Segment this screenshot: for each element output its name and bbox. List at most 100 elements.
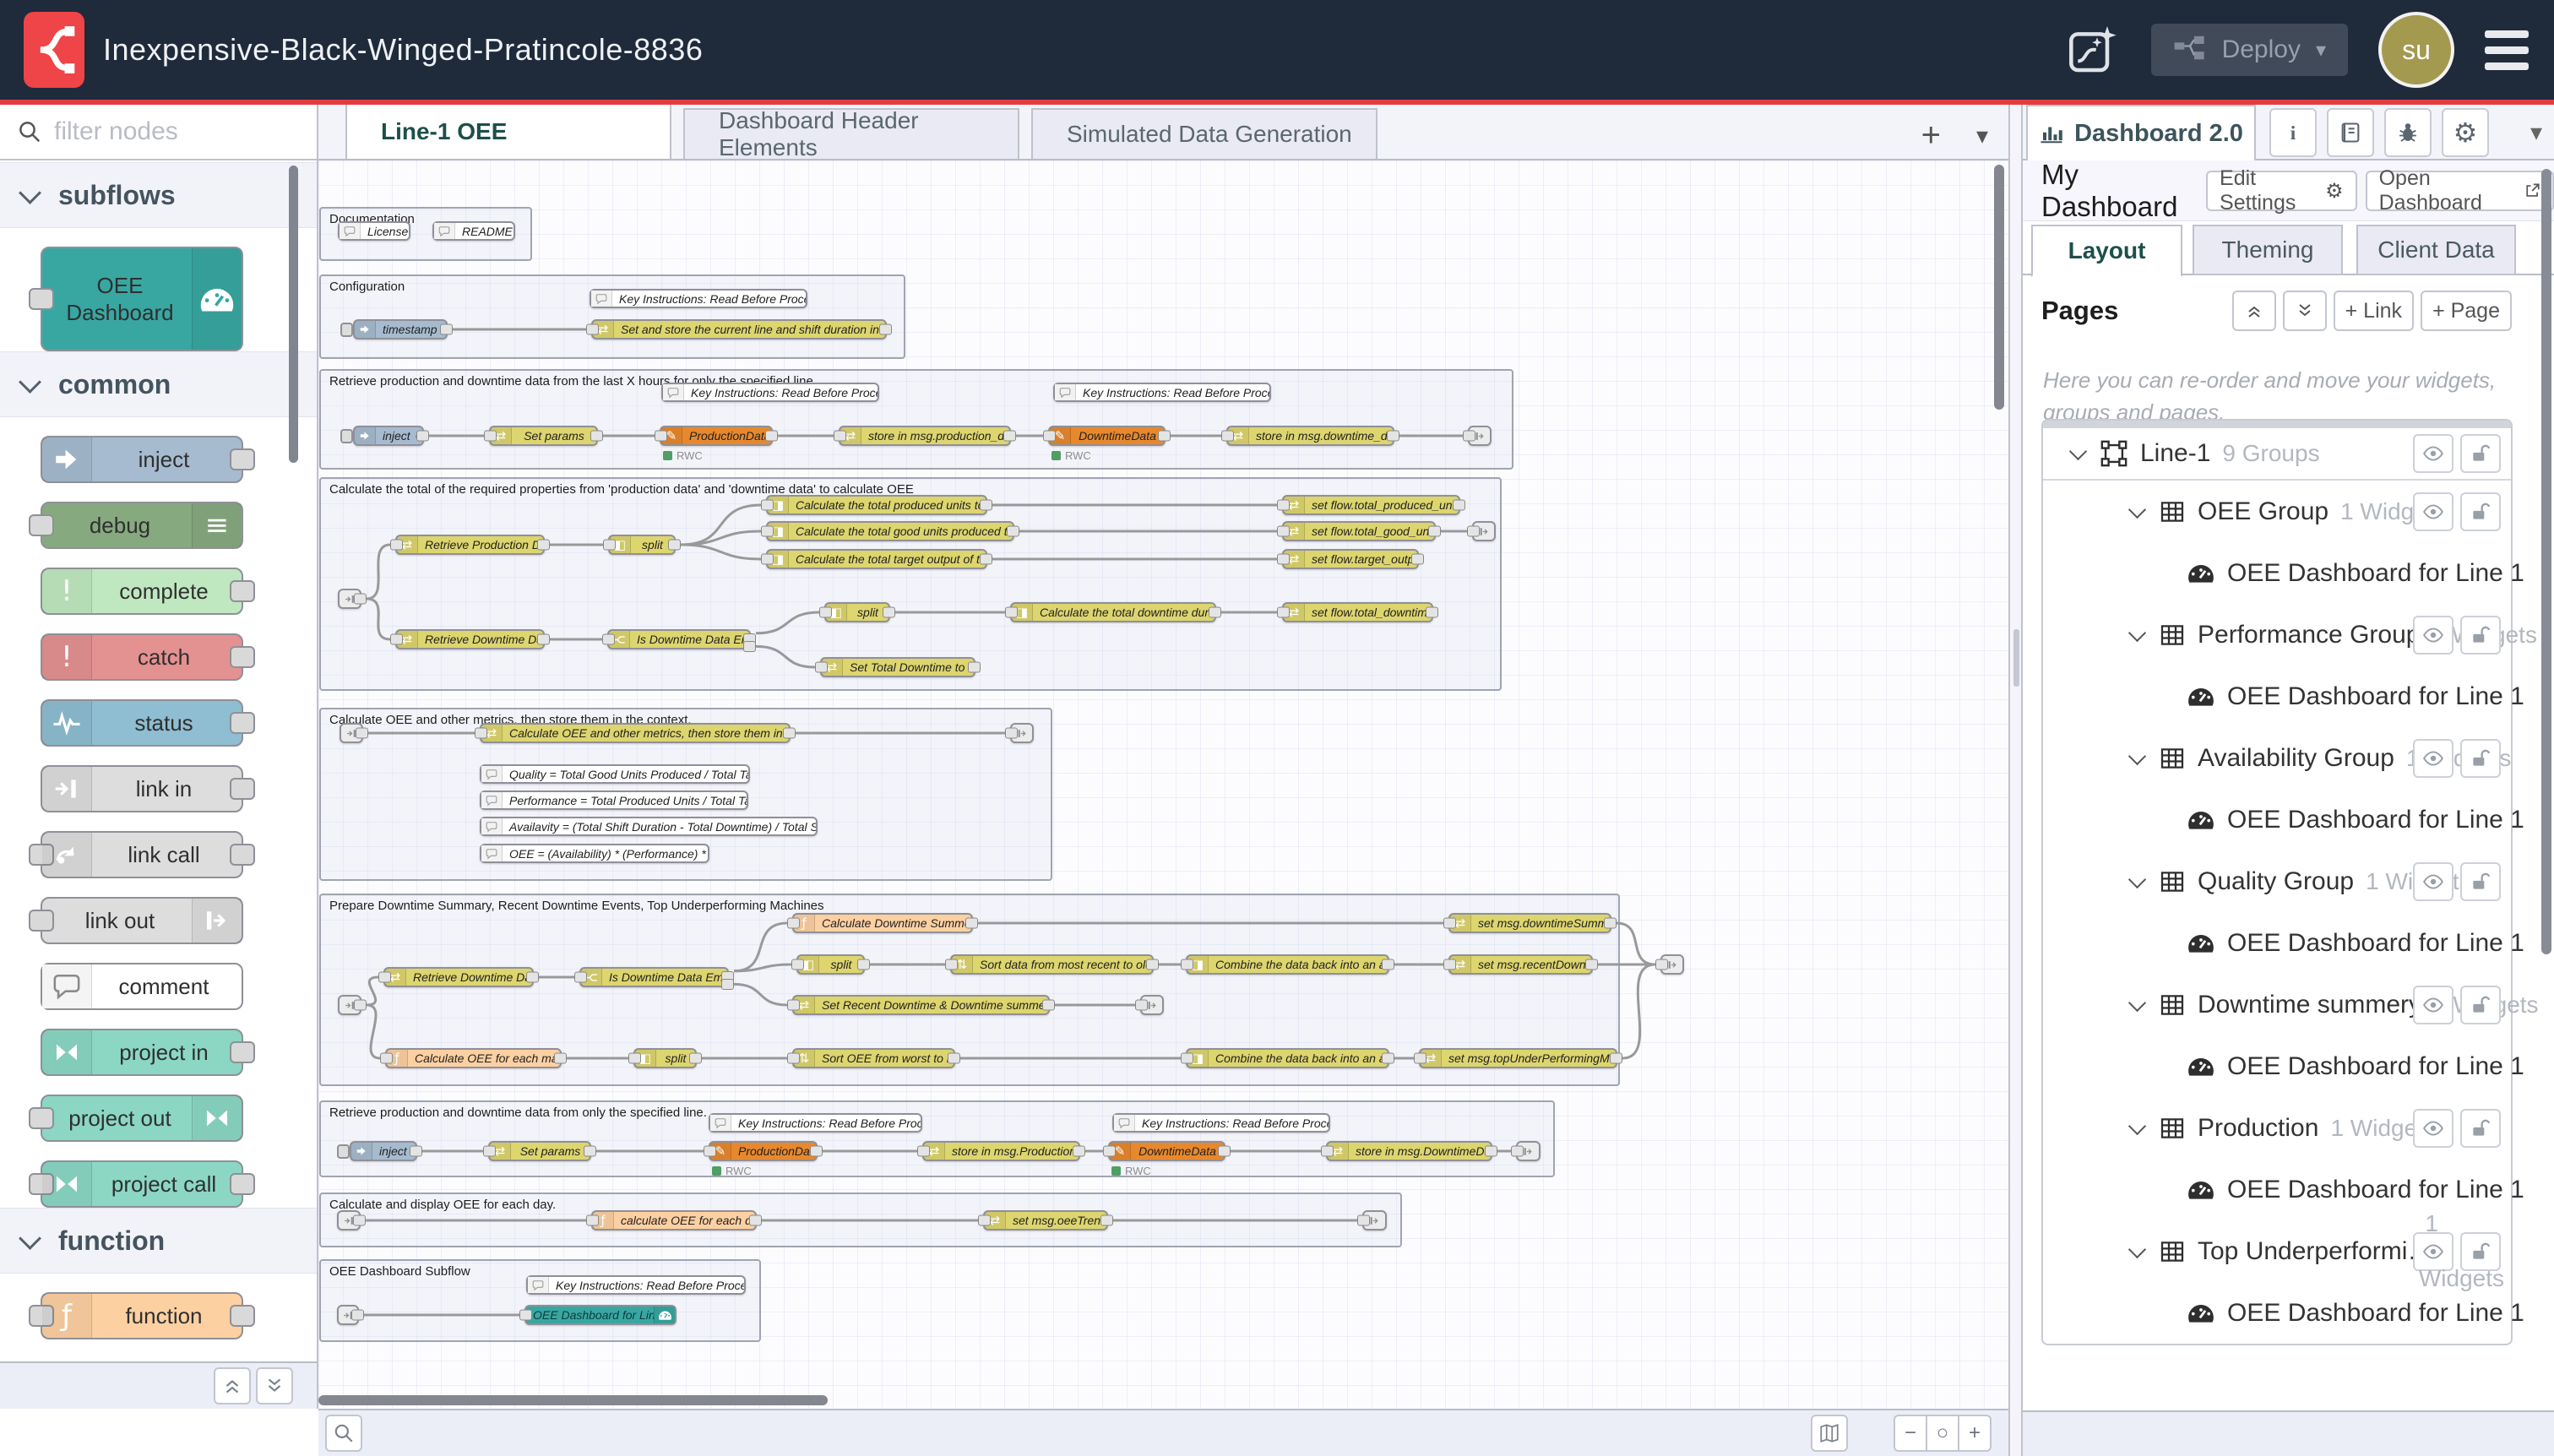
output-port[interactable]: [783, 728, 796, 739]
chevron-down-icon[interactable]: [2128, 1116, 2146, 1134]
input-port[interactable]: [586, 1215, 599, 1226]
flow-node-linkout[interactable]: [1660, 954, 1684, 975]
output-port[interactable]: [1100, 1215, 1113, 1226]
tree-group-row[interactable]: OEE Group1 Widgets: [2043, 481, 2511, 542]
info-tab-button[interactable]: i: [2269, 108, 2317, 157]
zoom-reset-button[interactable]: ○: [1926, 1415, 1959, 1452]
input-port[interactable]: [1463, 431, 1475, 442]
flow-node-downtimedata[interactable]: ✎DowntimeDataRWC: [1108, 1141, 1225, 1161]
output-port[interactable]: [537, 634, 550, 645]
input-port[interactable]: [1443, 959, 1456, 970]
input-port[interactable]: [1655, 959, 1668, 970]
flow-node-linkin[interactable]: [340, 723, 363, 743]
output-port[interactable]: [584, 1146, 596, 1157]
flow-node-key-instructions-read-before-proceeding[interactable]: Key Instructions: Read Before Proceeding: [526, 1275, 746, 1295]
output-port[interactable]: [440, 324, 453, 335]
input-port[interactable]: [602, 634, 615, 645]
input-port[interactable]: [761, 554, 774, 565]
palette-node-OEE-Dashboard[interactable]: OEEDashboard: [41, 247, 243, 351]
input-port[interactable]: [704, 1146, 716, 1157]
flow-node-calculate-the-total-good-units-produced-today-[interactable]: ◨Calculate the total good units produced…: [766, 521, 1014, 541]
palette-node-function[interactable]: ƒ function: [41, 1292, 243, 1339]
flow-node-readme[interactable]: README: [432, 221, 515, 241]
lock-toggle-button[interactable]: [2460, 616, 2501, 655]
palette-scrollbar[interactable]: [289, 166, 298, 463]
output-port[interactable]: [1485, 1146, 1497, 1157]
input-port[interactable]: [29, 1107, 54, 1129]
output-port[interactable]: [1146, 959, 1159, 970]
flow-node-calculate-downtime-summery[interactable]: ƒCalculate Downtime Summery: [792, 913, 973, 933]
palette-category-subflows[interactable]: subflows: [0, 162, 317, 228]
flow-node-set-flow-total-produced-units[interactable]: ⇄set flow.total_produced_units: [1282, 495, 1460, 515]
lock-toggle-button[interactable]: [2460, 986, 2501, 1024]
output-port[interactable]: [968, 662, 981, 673]
input-port[interactable]: [628, 1053, 641, 1064]
flow-node-linkout[interactable]: [1468, 426, 1492, 446]
output-port[interactable]: [590, 431, 603, 442]
input-port[interactable]: [484, 431, 497, 442]
flow-node-inject-[interactable]: inject ↻: [353, 426, 424, 446]
output-port[interactable]: [416, 431, 429, 442]
open-dashboard-button[interactable]: Open Dashboard: [2366, 171, 2554, 211]
tab-dashboard-2[interactable]: Dashboard 2.0: [2026, 105, 2256, 160]
palette-node-project-out[interactable]: project out: [41, 1095, 243, 1142]
input-port[interactable]: [1005, 728, 1018, 739]
palette-expand-all-button[interactable]: [256, 1367, 293, 1404]
tree-group-row[interactable]: Availability Group1 Widgets: [2043, 727, 2511, 789]
input-port[interactable]: [1277, 607, 1290, 618]
output-port-2[interactable]: [743, 641, 756, 652]
lock-toggle-button[interactable]: [2460, 1109, 2501, 1148]
input-port[interactable]: [787, 1000, 800, 1011]
output-port[interactable]: [526, 972, 539, 983]
input-port[interactable]: [815, 662, 828, 673]
palette-node-status[interactable]: status: [41, 699, 243, 747]
navigator-button[interactable]: [1811, 1415, 1848, 1452]
output-port[interactable]: [230, 1173, 255, 1195]
input-port[interactable]: [1443, 918, 1456, 929]
flow-list-caret-icon[interactable]: ▾: [1976, 122, 1988, 149]
flow-node-set-msg-recentdowntime[interactable]: ⇄set msg.recentDowntime: [1448, 954, 1593, 975]
canvas-horizontal-scrollbar[interactable]: [318, 1395, 828, 1405]
flow-node-set-msg-downtimesummery[interactable]: ⇄set msg.downtimeSummery: [1448, 913, 1611, 933]
output-port[interactable]: [230, 1041, 255, 1063]
flow-node-license[interactable]: License: [338, 221, 410, 241]
tree-group-row[interactable]: Quality Group1 Widgets: [2043, 850, 2511, 912]
chevron-down-icon[interactable]: [2069, 443, 2087, 460]
palette-node-link-call[interactable]: link call: [41, 831, 243, 878]
flow-node-linkout[interactable]: [1516, 1141, 1541, 1161]
flow-tab-Line-1-OEE[interactable]: Line-1 OEE: [345, 103, 671, 159]
output-port[interactable]: [1158, 431, 1171, 442]
input-port[interactable]: [1357, 1215, 1370, 1226]
help-tab-button[interactable]: [2327, 108, 2374, 157]
output-port[interactable]: [230, 1305, 255, 1327]
chevron-down-icon[interactable]: [2128, 747, 2146, 764]
input-port[interactable]: [655, 431, 667, 442]
visibility-toggle-button[interactable]: [2413, 862, 2453, 901]
flow-tab-Dashboard-Header-Elements[interactable]: Dashboard Header Elements: [683, 108, 1019, 159]
chevron-down-icon[interactable]: [2128, 870, 2146, 888]
flow-node-linkout[interactable]: [1362, 1210, 1387, 1231]
flow-node-linkout[interactable]: [1010, 723, 1034, 743]
flow-node-inject-[interactable]: inject ↻: [350, 1141, 417, 1161]
flow-node-calculate-oee-and-other-metrics-then-store-them-in-the-context-[interactable]: ⇄Calculate OEE and other metrics, then s…: [480, 723, 791, 743]
sidebar-scrollbar[interactable]: [2541, 169, 2551, 954]
deploy-caret-icon[interactable]: ▾: [2316, 38, 2326, 62]
lock-toggle-button[interactable]: [2460, 492, 2501, 531]
palette-collapse-all-button[interactable]: [214, 1367, 251, 1404]
output-port[interactable]: [230, 712, 255, 734]
input-port[interactable]: [978, 1215, 991, 1226]
flow-node-set-msg-topunderperformingmachines[interactable]: ⇄set msg.topUnderPerformingMachines: [1419, 1048, 1617, 1068]
input-port[interactable]: [29, 514, 54, 536]
visibility-toggle-button[interactable]: [2413, 739, 2453, 778]
palette-filter-input[interactable]: [52, 117, 267, 147]
palette-node-complete[interactable]: ! complete: [41, 568, 243, 615]
output-port[interactable]: [1382, 959, 1394, 970]
canvas-search-button[interactable]: [325, 1415, 362, 1452]
input-port[interactable]: [586, 324, 599, 335]
tree-widget-row[interactable]: OEE Dashboard for Line 1: [2043, 542, 2511, 604]
palette-node-debug[interactable]: ≡ debug: [41, 502, 243, 549]
input-port[interactable]: [819, 607, 832, 618]
tree-widget-row[interactable]: OEE Dashboard for Line 1: [2043, 666, 2511, 727]
tree-widget-row[interactable]: OEE Dashboard for Line 1: [2043, 1035, 2511, 1097]
input-port[interactable]: [1135, 1000, 1148, 1011]
